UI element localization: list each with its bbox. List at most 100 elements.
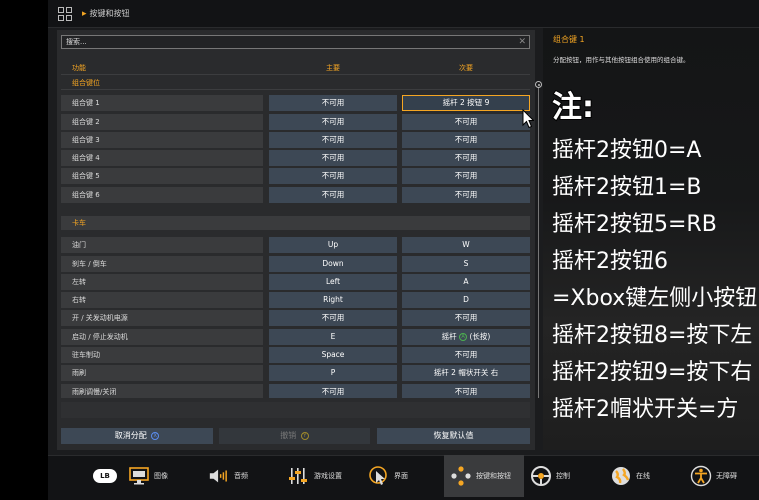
scrollbar[interactable] xyxy=(538,84,539,398)
undo-button[interactable]: 撤销 Y xyxy=(219,428,370,444)
gamepad-icon xyxy=(450,465,472,487)
primary-binding-button[interactable]: Up xyxy=(269,237,397,253)
breadcrumb[interactable]: 按键和按钮 xyxy=(90,8,130,19)
secondary-binding-button[interactable]: 不可用 xyxy=(402,168,530,184)
primary-binding-button[interactable]: Space xyxy=(269,347,397,363)
primary-binding-button[interactable]: Right xyxy=(269,292,397,308)
speaker-icon xyxy=(208,465,230,487)
lb-button-icon[interactable]: LB xyxy=(93,469,117,483)
tab-interface[interactable]: 界面 xyxy=(368,455,408,497)
column-header-function: 功能 xyxy=(72,64,86,72)
secondary-binding-button[interactable]: 不可用 xyxy=(402,310,530,326)
tab-controls[interactable]: 控制 xyxy=(530,455,570,497)
secondary-binding-button[interactable]: W xyxy=(402,237,530,253)
section-title-modifiers: 组合键位 xyxy=(72,79,100,87)
table-row[interactable]: 右转 Right D xyxy=(61,292,530,308)
undo-label: 撤销 xyxy=(280,431,297,440)
note-title: 注: xyxy=(551,89,595,126)
cancel-assignment-button[interactable]: 取消分配 X xyxy=(61,428,213,444)
accessibility-icon xyxy=(690,465,712,487)
secondary-binding-button[interactable]: 不可用 xyxy=(402,114,530,130)
primary-binding-button[interactable]: 不可用 xyxy=(269,187,397,203)
table-row[interactable]: 组合键 5 不可用 不可用 xyxy=(61,168,530,184)
tab-online[interactable]: 在线 xyxy=(610,455,650,497)
row-label: 组合键 6 xyxy=(61,187,263,203)
row-label: 开 / 关发动机电源 xyxy=(61,310,263,326)
primary-binding-button[interactable]: 不可用 xyxy=(269,114,397,130)
tab-controls-buttons[interactable]: 按键和按钮 xyxy=(444,455,524,497)
table-row[interactable]: 组合键 2 不可用 不可用 xyxy=(61,114,530,130)
tab-gameplay[interactable]: 游戏设置 xyxy=(288,455,342,497)
binding-text: (长按) xyxy=(469,332,491,341)
row-label: 雨刷 xyxy=(61,365,263,381)
grid-menu-icon[interactable] xyxy=(58,6,72,21)
tab-label: 图像 xyxy=(154,472,168,480)
tab-graphics[interactable]: 图像 xyxy=(128,455,168,497)
table-row[interactable]: 雨刷 P 摇杆 2 帽状开关 右 xyxy=(61,365,530,381)
table-row[interactable]: 左转 Left A xyxy=(61,274,530,290)
row-label: 油门 xyxy=(61,237,263,253)
tab-label: 界面 xyxy=(394,472,408,480)
table-row[interactable]: 组合键 6 不可用 不可用 xyxy=(61,187,530,203)
secondary-binding-button[interactable]: 不可用 xyxy=(402,150,530,166)
primary-binding-button[interactable]: P xyxy=(269,365,397,381)
reset-defaults-button[interactable]: 恢复默认值 xyxy=(377,428,530,444)
secondary-binding-button[interactable]: 不可用 xyxy=(402,187,530,203)
table-row[interactable]: 组合键 1 不可用 摇杆 2 按钮 9 xyxy=(61,95,530,111)
note-line: 摇杆2帽状开关=方 xyxy=(552,397,739,422)
primary-binding-button[interactable]: Left xyxy=(269,274,397,290)
row-label: 组合键 4 xyxy=(61,150,263,166)
table-row[interactable]: 刹车 / 倒车 Down S xyxy=(61,256,530,272)
secondary-binding-button[interactable]: 不可用 xyxy=(402,384,530,398)
scrollbar-handle[interactable] xyxy=(535,81,542,88)
table-row[interactable]: 驻车制动 Space 不可用 xyxy=(61,347,530,363)
secondary-binding-button[interactable]: 不可用 xyxy=(402,347,530,363)
secondary-binding-button[interactable]: 不可用 xyxy=(402,132,530,148)
search-input[interactable]: 搜索... ✕ xyxy=(61,35,530,49)
monitor-icon xyxy=(128,465,150,487)
tab-accessibility[interactable]: 无障碍 xyxy=(690,455,737,497)
primary-binding-button[interactable]: E xyxy=(269,329,397,345)
globe-icon xyxy=(610,465,632,487)
clear-search-icon[interactable]: ✕ xyxy=(518,36,526,48)
primary-binding-button[interactable]: 不可用 xyxy=(269,132,397,148)
primary-binding-button[interactable]: 不可用 xyxy=(269,95,397,111)
mouse-cursor-icon xyxy=(522,109,534,129)
cancel-assignment-label: 取消分配 xyxy=(114,431,147,440)
row-label: 启动 / 停止发动机 xyxy=(61,329,263,345)
detail-title: 组合键 1 xyxy=(553,35,585,44)
secondary-binding-button[interactable]: S xyxy=(402,256,530,272)
a-button-icon: A xyxy=(459,333,468,341)
table-row[interactable]: 雨刷调慢/关闭 不可用 不可用 xyxy=(61,384,530,398)
table-row[interactable]: 开 / 关发动机电源 不可用 不可用 xyxy=(61,310,530,326)
primary-binding-button[interactable]: 不可用 xyxy=(269,310,397,326)
note-line: 摇杆2按钮6 xyxy=(552,249,668,274)
secondary-binding-button[interactable]: D xyxy=(402,292,530,308)
table-row[interactable]: 组合键 3 不可用 不可用 xyxy=(61,132,530,148)
note-line: =Xbox键左侧小按钮 xyxy=(552,286,758,311)
tab-label: 音频 xyxy=(234,472,248,480)
secondary-binding-button[interactable]: 摇杆 A (长按) xyxy=(402,329,530,345)
note-line: 摇杆2按钮8=按下左 xyxy=(552,323,753,348)
note-line: 摇杆2按钮5=RB xyxy=(552,212,717,237)
y-button-icon: Y xyxy=(300,431,309,440)
secondary-binding-button[interactable]: 摇杆 2 按钮 9 xyxy=(402,95,530,111)
detail-description: 分配按钮，用作与其他按钮组合使用的组合键。 xyxy=(553,56,690,64)
tab-audio[interactable]: 音频 xyxy=(208,455,248,497)
table-row[interactable]: 油门 Up W xyxy=(61,237,530,253)
secondary-binding-button[interactable]: A xyxy=(402,274,530,290)
row-label: 驻车制动 xyxy=(61,347,263,363)
table-row[interactable]: 组合键 4 不可用 不可用 xyxy=(61,150,530,166)
column-header-secondary: 次要 xyxy=(459,64,473,72)
primary-binding-button[interactable]: Down xyxy=(269,256,397,272)
row-label: 组合键 3 xyxy=(61,132,263,148)
x-button-icon: X xyxy=(151,431,160,440)
row-label: 刹车 / 倒车 xyxy=(61,256,263,272)
table-row[interactable]: 启动 / 停止发动机 E 摇杆 A (长按) xyxy=(61,329,530,345)
primary-binding-button[interactable]: 不可用 xyxy=(269,150,397,166)
primary-binding-button[interactable]: 不可用 xyxy=(269,384,397,398)
top-bar: ▸ 按键和按钮 xyxy=(48,0,759,28)
primary-binding-button[interactable]: 不可用 xyxy=(269,168,397,184)
secondary-binding-button[interactable]: 摇杆 2 帽状开关 右 xyxy=(402,365,530,381)
steering-wheel-icon xyxy=(530,465,552,487)
